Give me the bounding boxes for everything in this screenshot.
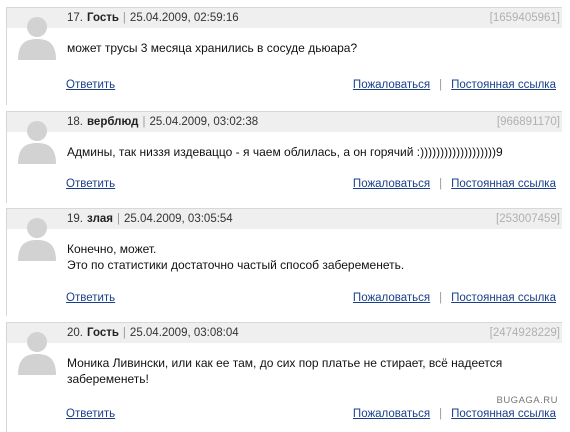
user-silhouette-icon — [18, 218, 56, 261]
comment-text: Конечно, может. Это по статистики достат… — [67, 241, 557, 273]
comment-author: верблюд — [87, 116, 139, 128]
user-silhouette-icon — [18, 17, 56, 60]
comment-header: 17. Гость | 25.04.2009, 02:59:16 [165940596… — [7, 7, 562, 28]
report-link[interactable]: Пожаловаться — [353, 178, 430, 190]
comment-id: [253007459] — [496, 213, 560, 225]
permalink-link[interactable]: Постоянная ссылка — [451, 292, 556, 304]
comment-text: Моника Ливински, или как ее там, до сих … — [67, 355, 557, 387]
comment-id: [2474928229] — [489, 327, 560, 339]
comment: 20. Гость | 25.04.2009, 03:08:04 [247492822… — [6, 322, 562, 432]
comment-text-line: Конечно, может. — [67, 242, 157, 256]
comment-text-line: забеременеть! — [67, 372, 149, 386]
comment-number: 18. — [67, 116, 83, 128]
meta-separator: | — [116, 213, 120, 225]
reply-link[interactable]: Ответить — [66, 79, 115, 91]
comment: 18. верблюд | 25.04.2009, 03:02:38 [9668911… — [6, 111, 562, 203]
comment-header: 18. верблюд | 25.04.2009, 03:02:38 [9668911… — [7, 111, 562, 132]
comment-header: 20. Гость | 25.04.2009, 03:08:04 [247492822… — [7, 322, 562, 343]
report-link[interactable]: Пожаловаться — [353, 408, 430, 420]
meta-separator: | — [122, 327, 126, 339]
comment-timestamp: 25.04.2009, 02:59:16 — [129, 12, 239, 24]
comment-actions: Ответить Пожаловаться | Постоянная ссылка — [7, 178, 562, 192]
comment-id: [966891170] — [496, 116, 560, 128]
comment-meta: 17. Гость | 25.04.2009, 02:59:16 — [67, 12, 239, 24]
comment-meta: 18. верблюд | 25.04.2009, 03:02:38 — [67, 116, 258, 128]
meta-separator: | — [142, 116, 146, 128]
user-silhouette-icon — [18, 121, 56, 164]
comment-header: 19. злая | 25.04.2009, 03:05:54 [253007459] — [7, 208, 562, 229]
comment-timestamp: 25.04.2009, 03:08:04 — [129, 327, 239, 339]
meta-separator: | — [122, 12, 126, 24]
report-link[interactable]: Пожаловаться — [353, 79, 430, 91]
comment-text-line: Админы, так низзя издеваццо - я чаем обл… — [67, 145, 503, 159]
comment-id: [1659405961] — [489, 12, 560, 24]
comment-timestamp: 25.04.2009, 03:02:38 — [149, 116, 259, 128]
comment-text-line: Это по статистики достаточно частый спос… — [67, 258, 405, 272]
link-separator: | — [439, 292, 443, 304]
comment-number: 17. — [67, 12, 83, 24]
comment: 17. Гость | 25.04.2009, 02:59:16 [165940596… — [6, 7, 562, 105]
comment-text: может трусы 3 месяца хранились в сосуде … — [67, 40, 557, 56]
comment-timestamp: 25.04.2009, 03:05:54 — [123, 213, 233, 225]
comment-actions: Ответить Пожаловаться | Постоянная ссылка — [7, 79, 562, 93]
comment-author: Гость — [87, 12, 119, 24]
reply-link[interactable]: Ответить — [66, 292, 115, 304]
comment: 19. злая | 25.04.2009, 03:05:54 [253007459]… — [6, 208, 562, 316]
report-link[interactable]: Пожаловаться — [353, 292, 430, 304]
link-separator: | — [439, 79, 443, 91]
comment-actions: Ответить Пожаловаться | Постоянная ссылка — [7, 292, 562, 306]
comment-text-line: Моника Ливински, или как ее там, до сих … — [67, 356, 503, 370]
comment-actions: Ответить Пожаловаться | Постоянная ссылка — [7, 408, 562, 422]
comment-meta: 20. Гость | 25.04.2009, 03:08:04 — [67, 327, 239, 339]
comment-text-line: может трусы 3 месяца хранились в сосуде … — [67, 41, 358, 55]
comment-meta: 19. злая | 25.04.2009, 03:05:54 — [67, 213, 233, 225]
reply-link[interactable]: Ответить — [66, 408, 115, 420]
comment-number: 20. — [67, 327, 83, 339]
comment-number: 19. — [67, 213, 83, 225]
permalink-link[interactable]: Постоянная ссылка — [451, 178, 556, 190]
watermark: BUGAGA.RU — [496, 395, 558, 406]
link-separator: | — [439, 178, 443, 190]
comment-author: злая — [87, 213, 113, 225]
comment-text: Админы, так низзя издеваццо - я чаем обл… — [67, 144, 557, 160]
link-separator: | — [439, 408, 443, 420]
user-silhouette-icon — [18, 332, 56, 375]
reply-link[interactable]: Ответить — [66, 178, 115, 190]
comment-author: Гость — [87, 327, 119, 339]
permalink-link[interactable]: Постоянная ссылка — [451, 408, 556, 420]
permalink-link[interactable]: Постоянная ссылка — [451, 79, 556, 91]
